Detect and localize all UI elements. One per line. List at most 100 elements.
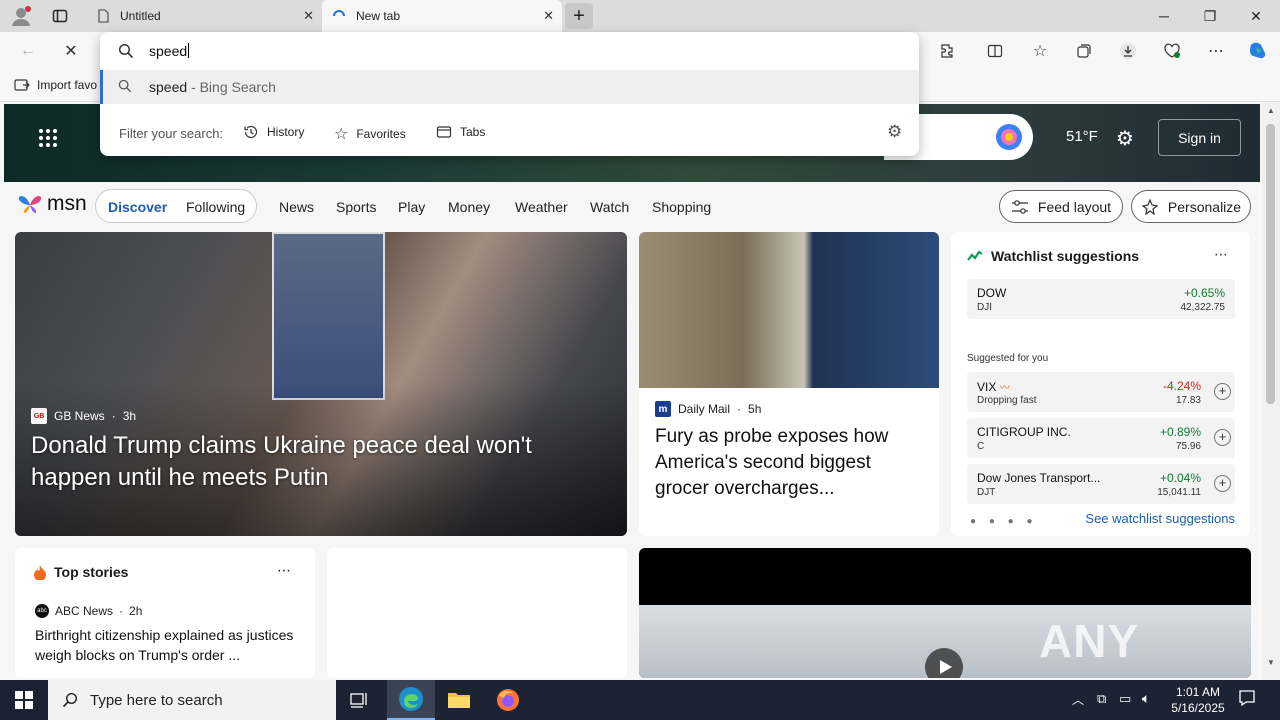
gb-news-logo-icon: GB [31,408,47,424]
watchlist-header: Watchlist suggestions [967,248,1139,264]
stock-trend-icon [967,250,983,261]
watchlist-row[interactable]: DOW DJI +0.65% 42,322.75 [967,279,1235,319]
minimize-button[interactable]: ─ [1141,0,1187,32]
carousel-dots[interactable]: ● ● ● ● [970,516,1038,527]
tabs-icon [436,126,452,138]
story-headline[interactable]: Birthright citizenship explained as just… [35,625,305,665]
news-card-photo [639,232,939,388]
tab-untitled[interactable]: Untitled ✕ [86,0,322,32]
apps-grid-icon[interactable] [38,128,58,153]
card-source-name: Daily Mail [678,402,731,416]
system-clock[interactable]: 1:01 AM 5/16/2025 [1160,684,1236,716]
tab-new-tab[interactable]: New tab ✕ [322,0,562,32]
filter-tabs-button[interactable]: Tabs [436,124,485,140]
more-options-icon[interactable]: ⋯ [277,562,291,579]
scrollbar-thumb[interactable] [1266,124,1275,404]
watchlist-row[interactable]: Dow Jones Transport... DJT +0.04% 15,041… [967,464,1235,504]
filter-favorites-button[interactable]: ☆ Favorites [334,124,406,144]
network-icon[interactable]: ▭ [1119,691,1131,707]
copilot-icon[interactable] [1244,39,1272,63]
windows-logo-icon [15,691,33,709]
taskbar-file-explorer-button[interactable] [435,680,483,720]
play-icon[interactable] [925,648,963,678]
back-arrow-icon[interactable]: ← [14,39,42,63]
nav-shopping[interactable]: Shopping [652,199,711,215]
close-tab-icon[interactable]: ✕ [303,8,314,24]
feed-layout-label: Feed layout [1037,198,1112,215]
stop-loading-icon[interactable]: ✕ [57,39,85,63]
video-card[interactable]: ANY RUN [639,548,1251,678]
collections-icon[interactable] [1070,39,1098,63]
trend-down-icon: 〰 [999,383,1010,394]
top-stories-header: Top stories [33,564,128,580]
search-suggestion[interactable]: speed - Bing Search [100,70,919,104]
favorites-star-icon[interactable]: ☆ [1026,39,1054,63]
add-to-watchlist-icon[interactable]: + [1214,383,1231,400]
loading-spinner-icon [333,10,345,17]
search-icon [118,43,134,59]
filter-history-label: History [267,125,305,139]
stock-change: +0.89% [1159,425,1201,439]
browser-essentials-icon[interactable] [1158,39,1186,63]
firefox-icon [497,689,519,711]
personalize-button[interactable]: Personalize [1131,190,1251,223]
nav-play[interactable]: Play [398,199,425,215]
tab-following[interactable]: Following [186,199,245,215]
restore-button[interactable]: ❐ [1187,0,1233,32]
more-options-icon[interactable]: ⋯ [1202,39,1230,63]
nav-money[interactable]: Money [448,199,490,215]
add-to-watchlist-icon[interactable]: + [1214,429,1231,446]
top-stories-card: Top stories ⋯ abc ABC News · 2h Birthrig… [15,548,315,678]
tab-actions-icon[interactable] [52,8,68,24]
new-tab-button[interactable]: + [565,3,593,29]
watchlist-row[interactable]: CITIGROUP INC. C +0.89% 75.96 + [967,418,1235,458]
more-options-icon[interactable]: ⋯ [1214,246,1228,263]
feed-layout-button[interactable]: Feed layout [999,190,1123,223]
tab-discover[interactable]: Discover [108,199,167,215]
stock-symbol-wrap: VIX 〰 [977,379,1010,394]
search-filter-row: Filter your search: History ☆ Favorites … [100,116,919,150]
taskbar-search-box[interactable]: Type here to search [48,680,336,720]
volume-icon[interactable]: 🔈︎ [1142,690,1150,707]
watchlist-row[interactable]: VIX 〰 Dropping fast -4.24% 17.83 + [967,372,1235,412]
filter-history-button[interactable]: History [243,124,304,140]
filter-favorites-label: Favorites [356,127,406,141]
search-settings-gear-icon[interactable]: ⚙ [887,122,902,142]
msn-logo[interactable]: msn [17,192,87,216]
settings-gear-icon[interactable]: ⚙ [1116,126,1134,151]
close-window-button[interactable]: ✕ [1233,0,1279,32]
import-favorites-button[interactable]: Import favo [14,78,97,92]
tab-title: New tab [356,9,401,23]
network-device-icon[interactable]: ⧉ [1097,691,1106,707]
taskbar-edge-button[interactable] [387,680,435,720]
add-to-watchlist-icon[interactable]: + [1214,475,1231,492]
nav-watch[interactable]: Watch [590,199,629,215]
filter-label: Filter your search: [119,126,224,141]
address-bar[interactable]: speed [100,32,919,70]
extensions-icon[interactable] [933,39,961,63]
close-tab-icon[interactable]: ✕ [543,8,554,24]
hero-news-card[interactable]: GB GB News · 3h Donald Trump claims Ukra… [15,232,627,536]
scroll-down-arrow-icon[interactable]: ▼ [1267,658,1275,667]
downloads-icon[interactable] [1114,39,1142,63]
taskbar-firefox-button[interactable] [484,680,532,720]
profile-icon[interactable] [10,5,32,27]
show-hidden-icons-chevron-icon[interactable]: ︿ [1072,691,1084,708]
page-scrollbar[interactable]: ▲ ▼ [1262,102,1280,680]
hero-headline[interactable]: Donald Trump claims Ukraine peace deal w… [31,430,591,494]
sign-in-button[interactable]: Sign in [1158,119,1241,156]
card-headline[interactable]: Fury as probe exposes how America's seco… [655,424,925,502]
hero-inset-photo [272,232,385,400]
nav-weather[interactable]: Weather [515,199,568,215]
see-watchlist-link[interactable]: See watchlist suggestions [1085,511,1235,526]
nav-news[interactable]: News [279,199,314,215]
hero-age: 3h [122,409,137,423]
task-view-button[interactable] [336,680,384,720]
split-screen-icon[interactable] [981,39,1009,63]
weather-temperature[interactable]: 51°F [1066,128,1098,145]
start-button[interactable] [0,680,48,720]
notifications-icon[interactable] [1238,689,1256,712]
news-card[interactable]: m Daily Mail · 5h Fury as probe exposes … [639,232,939,536]
scroll-up-arrow-icon[interactable]: ▲ [1267,106,1275,115]
nav-sports[interactable]: Sports [336,199,376,215]
